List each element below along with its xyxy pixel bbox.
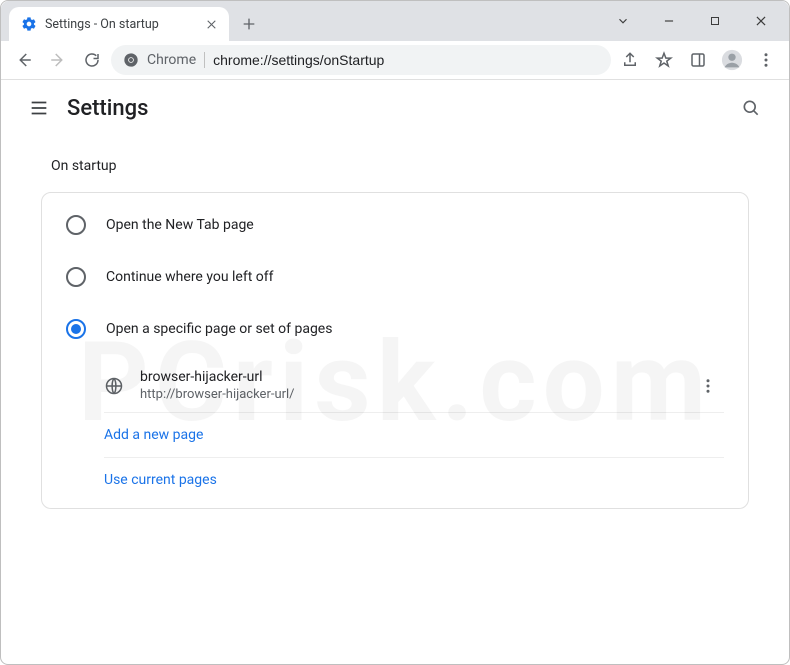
tabstrip: Settings - On startup: [1, 1, 789, 41]
omnibox-divider: [204, 52, 205, 68]
share-button[interactable]: [615, 45, 645, 75]
option-label: Open a specific page or set of pages: [106, 321, 332, 337]
chrome-menu-button[interactable]: [751, 45, 781, 75]
radio-icon: [66, 215, 86, 235]
radio-icon: [66, 319, 86, 339]
profile-button[interactable]: [717, 45, 747, 75]
browser-tab[interactable]: Settings - On startup: [9, 7, 229, 41]
option-specific-pages[interactable]: Open a specific page or set of pages: [42, 303, 748, 355]
back-button[interactable]: [9, 45, 39, 75]
radio-icon: [66, 267, 86, 287]
startup-page-text: browser-hijacker-url http://browser-hija…: [140, 369, 676, 402]
content: On startup Open the New Tab page Continu…: [1, 136, 789, 664]
startup-page-item: browser-hijacker-url http://browser-hija…: [104, 359, 724, 413]
menu-button[interactable]: [21, 90, 57, 126]
tab-title: Settings - On startup: [45, 17, 195, 32]
option-label: Open the New Tab page: [106, 217, 254, 233]
omnibox[interactable]: Chrome: [111, 45, 611, 75]
globe-icon: [104, 376, 124, 396]
minimize-button[interactable]: [647, 6, 691, 36]
side-panel-button[interactable]: [683, 45, 713, 75]
settings-page: PCrisk.com Settings On startup Open the …: [1, 80, 789, 664]
use-current-pages-link[interactable]: Use current pages: [104, 458, 724, 502]
add-new-page-link[interactable]: Add a new page: [104, 413, 724, 458]
bookmark-button[interactable]: [649, 45, 679, 75]
specific-pages-subgroup: browser-hijacker-url http://browser-hija…: [42, 355, 748, 502]
page-title: Settings: [67, 96, 148, 121]
scheme-label: Chrome: [147, 52, 196, 68]
close-window-button[interactable]: [739, 6, 783, 36]
chrome-icon: [123, 52, 139, 68]
url-input[interactable]: [213, 52, 599, 68]
option-label: Continue where you left off: [106, 269, 274, 285]
maximize-button[interactable]: [693, 6, 737, 36]
window-controls: [601, 1, 783, 41]
startup-page-more-button[interactable]: [692, 370, 724, 402]
chrome-window: Settings - On startup: [0, 0, 790, 665]
option-continue[interactable]: Continue where you left off: [42, 251, 748, 303]
option-new-tab[interactable]: Open the New Tab page: [42, 199, 748, 251]
forward-button[interactable]: [43, 45, 73, 75]
search-settings-button[interactable]: [733, 90, 769, 126]
caret-down-button[interactable]: [601, 6, 645, 36]
on-startup-card: Open the New Tab page Continue where you…: [41, 192, 749, 509]
reload-button[interactable]: [77, 45, 107, 75]
section-heading: On startup: [51, 158, 749, 174]
toolbar: Chrome: [1, 41, 789, 80]
startup-page-title: browser-hijacker-url: [140, 369, 676, 385]
page-header: Settings: [1, 80, 789, 136]
startup-page-url: http://browser-hijacker-url/: [140, 387, 676, 402]
new-tab-button[interactable]: [235, 10, 263, 38]
close-tab-icon[interactable]: [203, 16, 219, 32]
gear-icon: [21, 16, 37, 32]
site-info-chip[interactable]: Chrome: [123, 52, 196, 68]
